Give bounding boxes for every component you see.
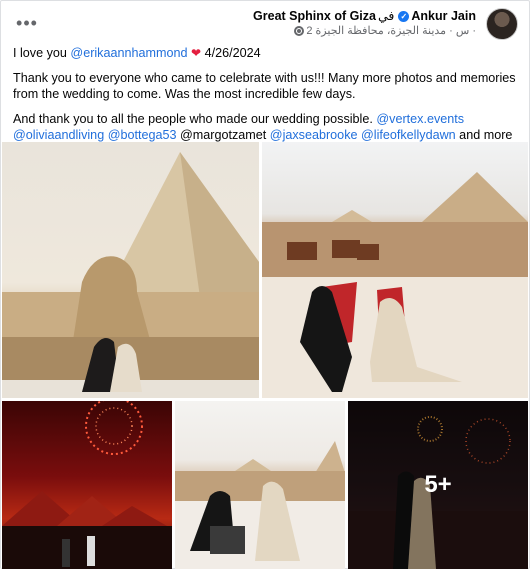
in-word: في bbox=[377, 9, 395, 23]
mention-link[interactable]: @erikaannhammond bbox=[70, 46, 187, 60]
heart-icon: ❤ bbox=[191, 46, 202, 60]
post-header: Great Sphinx of Giza في ✓ Ankur Jain 2 س · … bbox=[253, 8, 518, 42]
post-meta: 2 س · مدينة الجيزة، محافظة الجيزة · bbox=[253, 24, 476, 39]
photo-more[interactable]: 5+ bbox=[348, 401, 528, 569]
post-card: ••• Great Sphinx of Giza في ✓ Ankur Jain 2 … bbox=[0, 0, 530, 569]
author-name-link[interactable]: Ankur Jain bbox=[411, 9, 476, 23]
more-photos-overlay[interactable]: 5+ bbox=[348, 401, 528, 569]
header-title: Great Sphinx of Giza في ✓ Ankur Jain bbox=[253, 8, 476, 24]
photo-sphinx-couple[interactable] bbox=[2, 142, 259, 398]
place-link[interactable]: Great Sphinx of Giza bbox=[253, 9, 376, 23]
photo-fireworks[interactable] bbox=[2, 401, 172, 569]
photo-sphinx-couple-art bbox=[2, 152, 259, 398]
text-segment: And thank you to all the people who made… bbox=[13, 111, 377, 126]
verified-badge-icon: ✓ bbox=[398, 11, 410, 23]
post-line-1: I love you @erikaannhammond ❤ 4/26/2024 bbox=[13, 45, 518, 62]
photo-fireworks-art bbox=[2, 401, 172, 569]
avatar[interactable] bbox=[486, 8, 518, 40]
globe-icon bbox=[294, 26, 305, 37]
mention-link[interactable]: @bottega53 bbox=[108, 128, 177, 142]
mention-link[interactable]: @vertex.events bbox=[376, 112, 464, 126]
post-paragraph-2: Thank you to everyone who came to celebr… bbox=[13, 70, 516, 102]
post-time-location[interactable]: 2 س · مدينة الجيزة، محافظة الجيزة · bbox=[306, 25, 476, 37]
text-segment: I love you bbox=[13, 46, 71, 60]
header-text: Great Sphinx of Giza في ✓ Ankur Jain 2 س · … bbox=[253, 8, 476, 42]
mention-link[interactable]: @lifeofkellydawn bbox=[361, 128, 456, 142]
post-date: 4/26/2024 bbox=[201, 46, 261, 60]
photo-chairs-camels-art bbox=[262, 172, 528, 398]
photo-chairs-camels[interactable] bbox=[262, 142, 528, 398]
photo-couple-suitcase-art bbox=[175, 441, 345, 569]
more-options-button[interactable]: ••• bbox=[14, 13, 40, 33]
mention-link[interactable]: @jaxseabrooke bbox=[270, 128, 358, 142]
photo-couple-suitcase[interactable] bbox=[175, 401, 345, 569]
mention-link[interactable]: @oliviaandliving bbox=[13, 128, 104, 142]
text-segment: @margotzamet bbox=[176, 128, 270, 142]
